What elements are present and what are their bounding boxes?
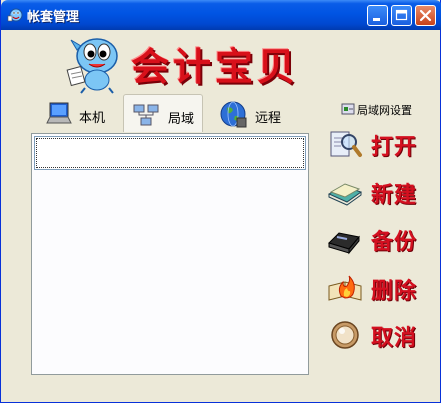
new-label: 新建 — [371, 183, 418, 208]
account-list[interactable] — [34, 136, 306, 170]
backup-label: 备份 — [371, 230, 418, 255]
open-button[interactable]: 打开 — [325, 124, 427, 164]
list-focus-row[interactable] — [36, 138, 304, 168]
new-book-icon — [327, 183, 363, 206]
tab-local[interactable]: 本机 — [39, 96, 115, 132]
backup-button[interactable]: 备份 — [325, 219, 427, 259]
account-manager-window: 帐套管理 会计宝贝 本机 局域 远程 局域网设置 打开 新建 备份 删除 取消 — [0, 0, 441, 403]
title-bar[interactable]: 帐套管理 — [1, 0, 441, 30]
close-icon — [419, 9, 432, 22]
mascot-icon — [66, 38, 118, 94]
book-fire-icon — [328, 275, 362, 301]
tab-lan[interactable]: 局域 — [123, 94, 203, 132]
location-tabs: 本机 局域 远程 — [31, 94, 309, 134]
laptop-icon — [46, 102, 72, 124]
logo-title: 会计宝贝 — [131, 44, 300, 89]
cancel-button[interactable]: 取消 — [325, 315, 427, 355]
magnifier-open-icon — [330, 131, 362, 157]
app-logo: 会计宝贝 — [63, 32, 323, 94]
open-label: 打开 — [371, 135, 418, 160]
close-button[interactable] — [415, 5, 436, 26]
delete-label: 删除 — [371, 279, 418, 304]
new-button[interactable]: 新建 — [325, 172, 427, 212]
cancel-circle-icon — [331, 321, 359, 349]
maximize-button[interactable] — [391, 5, 412, 26]
lan-settings-button[interactable]: 局域网设置 — [339, 100, 419, 118]
cancel-label: 取消 — [371, 326, 418, 351]
lan-settings-label: 局域网设置 — [357, 104, 412, 117]
tab-lan-label: 局域 — [168, 112, 195, 127]
tab-remote[interactable]: 远程 — [215, 96, 301, 132]
minimize-button[interactable] — [367, 5, 388, 26]
delete-button[interactable]: 删除 — [325, 268, 427, 308]
window-title: 帐套管理 — [27, 10, 80, 25]
app-icon — [7, 8, 23, 22]
tab-panel — [31, 133, 309, 375]
network-icon — [133, 104, 159, 126]
minimize-icon — [373, 18, 380, 21]
tab-remote-label: 远程 — [255, 111, 282, 126]
tab-local-label: 本机 — [79, 111, 106, 126]
maximize-icon — [395, 9, 408, 21]
globe-icon — [220, 101, 247, 128]
disk-backup-icon — [328, 232, 360, 255]
network-settings-icon — [341, 103, 355, 115]
